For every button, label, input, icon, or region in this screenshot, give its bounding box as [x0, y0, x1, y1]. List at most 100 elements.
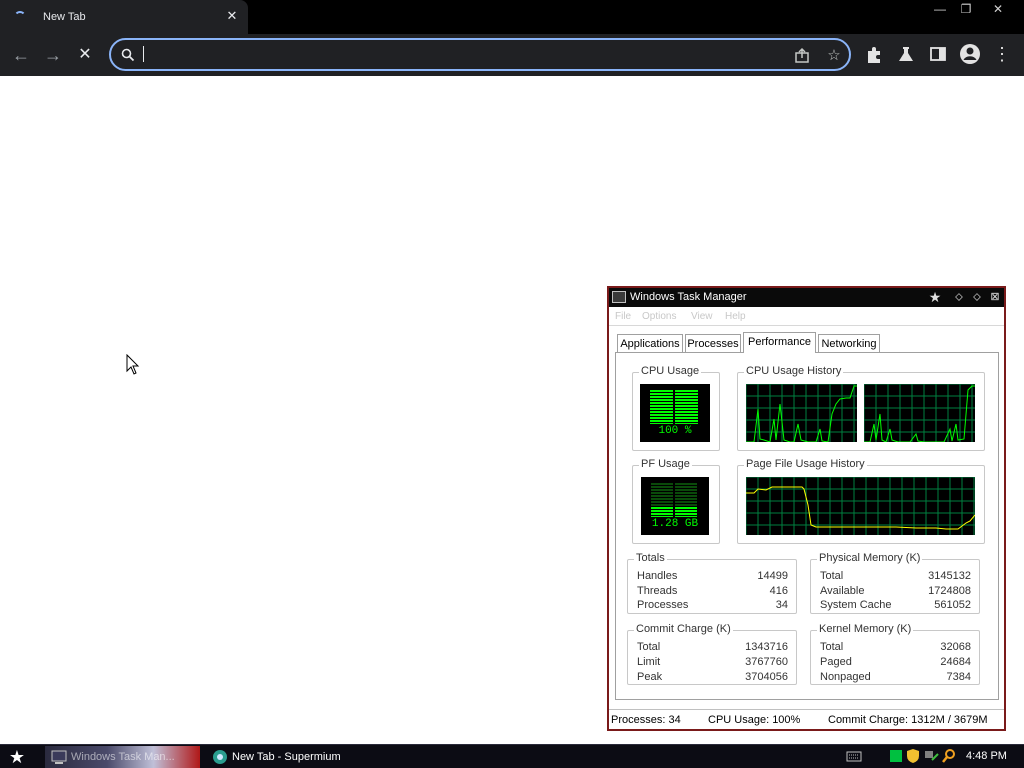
meter-segment — [675, 501, 697, 503]
kernel-memory-group: Kernel Memory (K) Total 32068 Paged 24684 … — [810, 623, 980, 685]
meter-segment — [651, 516, 673, 518]
shield-icon[interactable] — [905, 748, 921, 764]
meter-segment — [675, 423, 698, 425]
cpu-history-graph-core-1 — [746, 384, 857, 442]
tab-title: New Tab — [43, 11, 86, 23]
cpu-usage-label: CPU Usage — [639, 365, 702, 377]
commit-charge-group: Commit Charge (K) Total 1343716 Limit 3767… — [627, 623, 797, 685]
forward-button[interactable]: → — [40, 42, 66, 68]
meter-segment — [675, 510, 697, 512]
meter-segment — [651, 513, 673, 515]
tab-applications[interactable]: Applications — [617, 334, 683, 353]
back-button[interactable]: ← — [8, 42, 34, 68]
labs-flask-icon[interactable] — [895, 43, 917, 65]
status-green-icon[interactable] — [888, 748, 904, 764]
row-value: 14499 — [757, 570, 788, 582]
maximize-button[interactable]: ⬦ — [969, 290, 985, 305]
tab-processes[interactable]: Processes — [685, 334, 741, 353]
search-magnifier-icon[interactable] — [941, 748, 957, 764]
totals-group: Totals Handles 14499 Threads 416 Processes… — [627, 552, 797, 614]
loading-spinner-icon — [14, 11, 26, 23]
kernel-memory-row-paged: Paged 24684 — [820, 656, 971, 670]
taskbar-item-label: Windows Task Man... — [71, 751, 175, 763]
meter-segment — [675, 399, 698, 401]
task-manager-titlebar[interactable]: Windows Task Manager ★ ⬦ ⬦ ⊠ — [609, 288, 1004, 307]
meter-segment — [675, 504, 697, 506]
menu-kebab-icon[interactable]: ⋮ — [991, 43, 1013, 65]
kernel-memory-label: Kernel Memory (K) — [817, 623, 914, 635]
menu-options[interactable]: Options — [642, 311, 676, 322]
close-button[interactable]: ⊠ — [987, 290, 1003, 305]
bookmark-star-icon[interactable]: ☆ — [825, 47, 843, 65]
cpu-history-group: CPU Usage History — [737, 365, 985, 451]
tab-networking[interactable]: Networking — [818, 334, 880, 353]
address-bar[interactable]: ☆ — [109, 38, 851, 71]
tab-strip: New Tab ✕ — ❐ ✕ — [0, 0, 1024, 34]
totals-row-threads: Threads 416 — [637, 585, 788, 599]
pin-star-icon[interactable]: ★ — [927, 290, 943, 305]
meter-segment — [675, 417, 698, 419]
row-value: 1724808 — [928, 585, 971, 597]
meter-segment — [675, 489, 697, 491]
tab-performance[interactable]: Performance — [743, 332, 816, 353]
row-key: Paged — [820, 656, 852, 668]
pf-history-group: Page File Usage History — [737, 458, 985, 544]
row-value: 561052 — [934, 599, 971, 611]
window-restore-button[interactable]: ❐ — [952, 0, 980, 18]
meter-segment — [675, 396, 698, 398]
share-icon[interactable] — [793, 47, 811, 65]
cpu-usage-bars — [650, 390, 698, 431]
menu-view[interactable]: View — [691, 311, 713, 322]
keyboard-icon[interactable] — [846, 748, 862, 764]
row-key: Limit — [637, 656, 661, 668]
meter-segment — [675, 513, 697, 515]
tab-close-icon[interactable]: ✕ — [224, 8, 240, 24]
meter-segment — [650, 417, 673, 419]
meter-segment — [675, 390, 698, 392]
side-panel-icon[interactable] — [927, 43, 949, 65]
start-button[interactable]: ★ — [6, 747, 28, 767]
meter-segment — [675, 495, 697, 497]
status-commit-charge: Commit Charge: 1312M / 3679M — [828, 714, 988, 726]
commit-charge-row-total: Total 1343716 — [637, 641, 788, 655]
row-key: Threads — [637, 585, 678, 597]
pf-usage-label: PF Usage — [639, 458, 692, 470]
meter-segment — [675, 405, 698, 407]
profile-avatar-icon[interactable] — [959, 43, 981, 65]
meter-segment — [650, 414, 673, 416]
meter-segment — [675, 414, 698, 416]
task-manager-app-icon — [612, 291, 626, 303]
meter-segment — [675, 492, 697, 494]
meter-segment — [650, 420, 673, 422]
menu-file[interactable]: File — [615, 311, 631, 322]
taskbar-item-task-manager[interactable]: Windows Task Man... — [45, 746, 200, 768]
taskbar-item-browser[interactable]: New Tab - Supermium — [206, 746, 356, 768]
menu-help[interactable]: Help — [725, 311, 746, 322]
row-key: Total — [820, 641, 844, 653]
meter-segment — [650, 396, 673, 398]
row-value: 3767760 — [745, 656, 788, 668]
minimize-button[interactable]: ⬦ — [951, 290, 967, 305]
meter-segment — [650, 402, 673, 404]
network-icon[interactable] — [923, 748, 939, 764]
meter-segment — [651, 492, 673, 494]
browser-globe-icon — [213, 750, 227, 764]
window-minimize-button[interactable]: — — [926, 0, 954, 18]
menu-bar: File Options View Help — [609, 308, 1004, 326]
tab-new-tab[interactable]: New Tab ✕ — [0, 0, 248, 34]
row-value: 1343716 — [745, 641, 788, 653]
pf-usage-value: 1.28 GB — [651, 518, 699, 530]
status-processes: Processes: 34 — [611, 714, 681, 726]
extensions-icon[interactable] — [863, 43, 885, 65]
totals-row-processes: Processes 34 — [637, 599, 788, 613]
cpu-history-label: CPU Usage History — [744, 365, 844, 377]
meter-segment — [651, 504, 673, 506]
stop-loading-button[interactable]: ✕ — [72, 42, 98, 68]
meter-segment — [675, 516, 697, 518]
performance-panel: CPU Usage 100 % CPU Usage History PF Usa… — [615, 352, 999, 700]
task-manager-window[interactable]: Windows Task Manager ★ ⬦ ⬦ ⊠ File Option… — [607, 286, 1006, 731]
row-key: Processes — [637, 599, 689, 611]
window-close-button[interactable]: ✕ — [984, 0, 1012, 18]
address-input[interactable] — [147, 44, 747, 64]
row-key: Total — [820, 570, 844, 582]
